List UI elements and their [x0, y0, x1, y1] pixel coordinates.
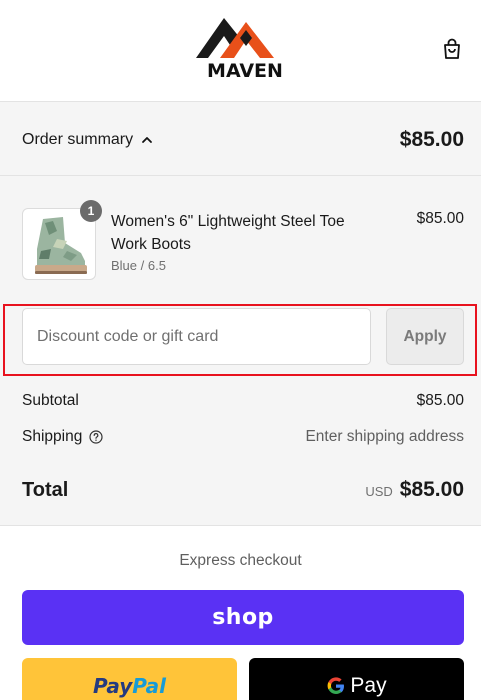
- shipping-value: Enter shipping address: [305, 428, 464, 445]
- svg-text:MAVEN: MAVEN: [207, 60, 283, 82]
- apply-discount-button[interactable]: Apply: [386, 308, 464, 365]
- product-thumbnail: 1: [22, 200, 102, 280]
- total-amount: $85.00: [399, 478, 464, 501]
- subtotal-value: $85.00: [416, 392, 464, 409]
- order-summary-panel: 1 Women's 6" Lightweight Steel Toe Work …: [0, 176, 481, 526]
- quantity-badge: 1: [80, 200, 102, 222]
- total-label: Total: [22, 478, 69, 501]
- paypal-logo-pal: Pal: [132, 673, 167, 698]
- header: MAVEN: [0, 0, 481, 102]
- chevron-up-icon: [142, 137, 153, 143]
- paypal-logo: PayPal: [93, 674, 166, 698]
- paypal-logo-pay: Pay: [92, 673, 133, 698]
- shipping-label-group: Shipping: [22, 428, 103, 446]
- maven-logo[interactable]: MAVEN: [190, 14, 300, 82]
- express-checkout-title: Express checkout: [179, 552, 302, 569]
- order-summary-total: $85.00: [399, 128, 464, 151]
- product-variant: Blue / 6.5: [111, 258, 166, 273]
- subtotal-label: Subtotal: [22, 392, 79, 409]
- google-pay-label: Pay: [350, 673, 387, 697]
- paypal-button[interactable]: PayPal: [22, 658, 237, 700]
- order-summary-label: Order summary: [22, 131, 134, 148]
- total-row: Total USD $85.00: [22, 478, 464, 502]
- shopping-bag-icon: [444, 38, 460, 59]
- help-circle-icon[interactable]: [89, 430, 103, 444]
- shop-pay-logo: shop: [212, 605, 274, 630]
- order-summary-toggle[interactable]: Order summary: [22, 131, 153, 149]
- discount-code-input[interactable]: [22, 308, 371, 365]
- line-item: 1 Women's 6" Lightweight Steel Toe Work …: [22, 200, 464, 280]
- shipping-label: Shipping: [22, 428, 83, 445]
- currency-code: USD: [365, 484, 393, 499]
- shipping-row: Shipping Enter shipping address: [22, 428, 464, 446]
- product-price: $85.00: [416, 210, 464, 227]
- google-pay-button[interactable]: Pay: [249, 658, 464, 700]
- order-summary-bar: Order summary $85.00: [0, 102, 481, 176]
- subtotal-row: Subtotal $85.00: [22, 392, 464, 410]
- google-g-icon: [328, 676, 345, 694]
- total-amount-group: USD $85.00: [365, 478, 464, 502]
- cart-button[interactable]: [440, 36, 464, 62]
- product-name: Women's 6" Lightweight Steel Toe Work Bo…: [111, 213, 345, 253]
- shop-pay-button[interactable]: shop: [22, 590, 464, 645]
